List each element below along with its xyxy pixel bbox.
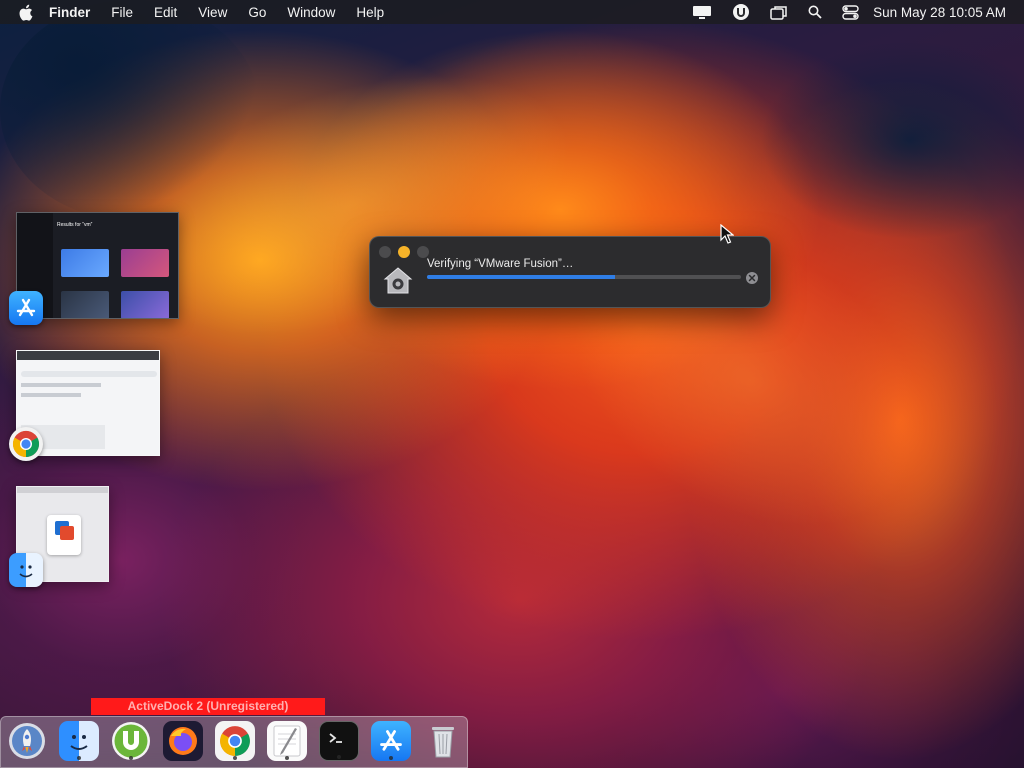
close-button[interactable] <box>379 246 391 258</box>
dock-launchpad[interactable] <box>7 721 47 761</box>
menu-go[interactable]: Go <box>248 5 266 20</box>
menu-bar-clock[interactable]: Sun May 28 10:05 AM <box>873 5 1006 20</box>
chrome-tab-bar <box>17 351 159 360</box>
vmware-installer-icon <box>47 515 81 555</box>
spotlight-search-icon[interactable] <box>808 5 822 19</box>
menu-finder[interactable]: Finder <box>49 5 90 20</box>
dock-finder[interactable] <box>59 721 99 761</box>
dock-utorrent[interactable] <box>111 721 151 761</box>
appstore-result-card <box>61 249 109 277</box>
display-icon[interactable] <box>692 5 712 20</box>
utorrent-status-icon[interactable] <box>732 3 750 21</box>
appstore-result-card <box>61 291 109 318</box>
menu-file[interactable]: File <box>111 5 133 20</box>
chrome-page-line <box>21 393 81 397</box>
dock-trash[interactable] <box>423 721 463 761</box>
window-switcher-icon[interactable] <box>770 5 788 20</box>
apple-menu-icon[interactable] <box>18 4 34 21</box>
appstore-app-icon[interactable] <box>9 291 43 325</box>
appstore-results-title: Results for “vm” <box>57 222 93 228</box>
menu-help[interactable]: Help <box>356 5 384 20</box>
wallpaper-highlight <box>520 172 980 588</box>
verify-progress-fill <box>427 275 616 279</box>
control-center-icon[interactable] <box>842 4 859 20</box>
menu-edit[interactable]: Edit <box>154 5 177 20</box>
minimize-button[interactable] <box>398 246 410 258</box>
running-indicator <box>285 756 289 760</box>
appstore-result-card <box>121 291 169 318</box>
dock-app-store[interactable] <box>371 721 411 761</box>
status-area: Sun May 28 10:05 AM <box>672 3 1014 21</box>
finder-app-icon[interactable] <box>9 553 43 587</box>
dock-textedit[interactable] <box>267 721 307 761</box>
dock-firefox[interactable] <box>163 721 203 761</box>
mouse-pointer-icon <box>720 223 735 244</box>
menu-window[interactable]: Window <box>287 5 335 20</box>
finder-title-bar <box>17 487 108 493</box>
security-lock-house-icon <box>382 265 414 297</box>
menu-bar: Finder File Edit View Go Window Help Sun… <box>0 0 1024 24</box>
running-indicator <box>77 756 81 760</box>
running-indicator <box>233 756 237 760</box>
verify-progress-bar <box>427 275 741 279</box>
chrome-address-bar <box>21 371 157 377</box>
wallpaper-shade <box>0 0 260 220</box>
cancel-verify-button[interactable] <box>746 272 758 284</box>
appstore-result-card <box>121 249 169 277</box>
running-indicator <box>129 756 133 760</box>
verify-message: Verifying “VMware Fusion”… <box>427 258 574 270</box>
menu-view[interactable]: View <box>198 5 227 20</box>
verify-dialog: Verifying “VMware Fusion”… <box>369 236 771 308</box>
wallpaper-highlight <box>95 24 605 386</box>
wallpaper-shade <box>760 40 1024 240</box>
dock <box>0 716 468 768</box>
zoom-button[interactable] <box>417 246 429 258</box>
chrome-app-icon[interactable] <box>9 427 43 461</box>
dock-terminal[interactable] <box>319 721 359 761</box>
dock-google-chrome[interactable] <box>215 721 255 761</box>
running-indicator <box>337 755 341 759</box>
chrome-page-line <box>21 383 101 387</box>
running-indicator <box>389 756 393 760</box>
activedock-unregistered-label: ActiveDock 2 (Unregistered) <box>91 698 325 715</box>
